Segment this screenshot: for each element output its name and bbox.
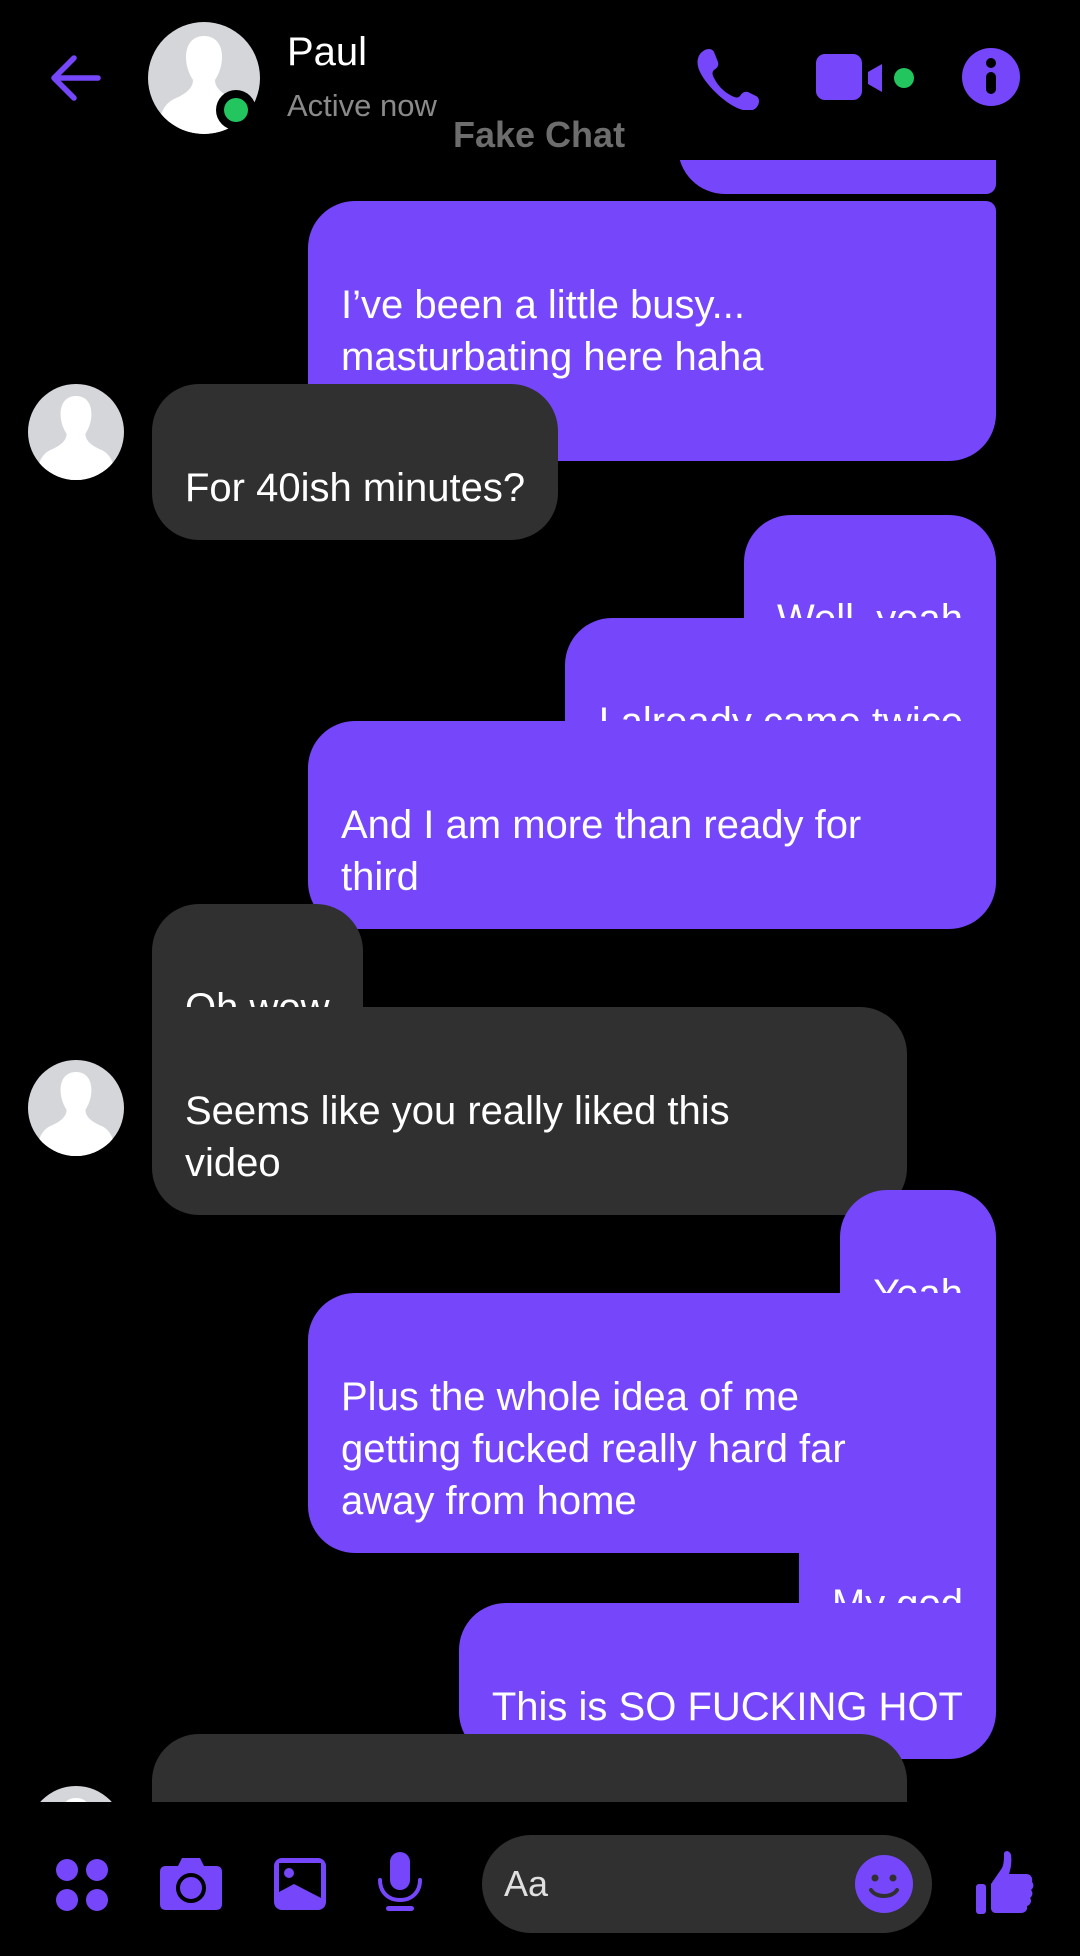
video-camera-icon [816, 54, 914, 100]
arrow-left-icon [51, 55, 101, 101]
camera-icon [160, 1858, 222, 1910]
message-thread[interactable]: I’ve been a little busy... masturbating … [0, 160, 1080, 1802]
message-input-container [482, 1835, 932, 1933]
send-like-button[interactable] [974, 1850, 1036, 1916]
message-text: For 40ish minutes? [185, 466, 526, 510]
smiley-icon [855, 1855, 913, 1913]
message-incoming[interactable]: We’ll talk about it when you get [152, 1734, 907, 1802]
four-dots-icon [56, 1859, 108, 1911]
thumbs-up-icon [976, 1851, 1034, 1914]
info-icon [962, 48, 1020, 106]
message-text: Plus the whole idea of me getting fucked… [341, 1375, 846, 1523]
watermark-label: Fake Chat [453, 114, 626, 155]
default-person-icon [38, 1072, 114, 1156]
default-person-icon [38, 396, 114, 480]
message-incoming[interactable]: For 40ish minutes? [152, 384, 559, 540]
sender-avatar[interactable] [28, 1060, 124, 1156]
online-status-dot [216, 90, 256, 130]
microphone-icon [378, 1852, 422, 1911]
more-actions-button[interactable] [54, 1852, 110, 1914]
voice-message-button[interactable] [376, 1852, 424, 1914]
message-outgoing[interactable]: And I am more than ready for third [308, 721, 996, 929]
phone-icon [697, 49, 759, 111]
message-text: And I am more than ready for third [341, 803, 862, 899]
video-call-button[interactable] [812, 44, 922, 110]
message-outgoing[interactable] [678, 160, 996, 194]
message-composer [0, 1802, 1080, 1956]
message-text: I’ve been a little busy... masturbating … [341, 283, 764, 379]
gallery-button[interactable] [272, 1852, 328, 1914]
message-text: Seems like you really liked this video [185, 1089, 730, 1185]
message-text: This is SO FUCKING HOT [491, 1685, 963, 1729]
image-icon [274, 1858, 326, 1910]
sender-avatar[interactable] [28, 1786, 124, 1802]
message-incoming[interactable]: Seems like you really liked this video [152, 1007, 907, 1215]
emoji-button[interactable] [854, 1854, 914, 1914]
sender-avatar[interactable] [28, 384, 124, 480]
default-person-icon [65, 1798, 87, 1802]
camera-button[interactable] [158, 1852, 224, 1914]
conversation-info-button[interactable] [958, 44, 1024, 110]
voice-call-button[interactable] [690, 44, 760, 111]
back-button[interactable] [44, 46, 108, 110]
contact-status: Active now [287, 88, 437, 123]
message-input[interactable] [504, 1835, 844, 1933]
contact-name[interactable]: Paul [287, 30, 367, 75]
